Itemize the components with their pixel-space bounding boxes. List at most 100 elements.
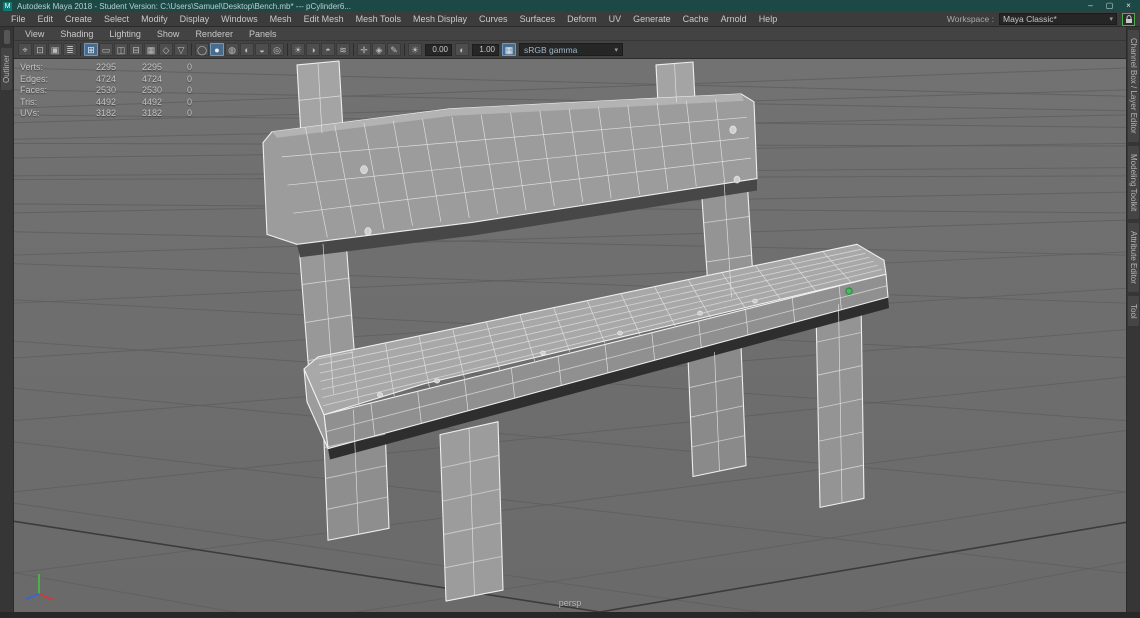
menu-uv[interactable]: UV — [603, 14, 628, 24]
workspace-selector: Workspace : Maya Classic* ▾ — [947, 13, 1140, 26]
menu-help[interactable]: Help — [753, 14, 784, 24]
panel-menu-panels[interactable]: Panels — [241, 29, 285, 39]
chevron-down-icon: ▾ — [1109, 15, 1113, 23]
menu-mesh-display[interactable]: Mesh Display — [407, 14, 473, 24]
film-gate-icon[interactable]: ▭ — [99, 43, 113, 56]
exposure-icon[interactable]: ☀ — [408, 43, 422, 56]
grease-pencil-icon[interactable]: ✎ — [387, 43, 401, 56]
camera-name-label: persp — [14, 598, 1126, 608]
field-chart-icon[interactable]: ▦ — [144, 43, 158, 56]
gamma-mode-value: sRGB gamma — [524, 45, 577, 55]
maximize-button[interactable]: ▢ — [1101, 1, 1118, 11]
poly-count-row: Tris: 4492 4492 0 — [20, 97, 192, 109]
viewport-pane: ViewShadingLightingShowRendererPanels ⌖⊡… — [14, 27, 1126, 612]
maya-window: { "branding": { "logo_letter": "M" }, "t… — [0, 0, 1140, 618]
menu-windows[interactable]: Windows — [215, 14, 264, 24]
gamma-mode-dropdown[interactable]: sRGB gamma ▾ — [519, 43, 623, 56]
menu-edit-mesh[interactable]: Edit Mesh — [298, 14, 350, 24]
ambient-occlusion-icon[interactable]: ◓ — [321, 43, 335, 56]
menu-arnold[interactable]: Arnold — [715, 14, 753, 24]
menu-display[interactable]: Display — [174, 14, 216, 24]
menu-select[interactable]: Select — [98, 14, 135, 24]
menu-curves[interactable]: Curves — [473, 14, 514, 24]
resolution-gate-icon[interactable]: ◫ — [114, 43, 128, 56]
chevron-down-icon: ▾ — [614, 46, 618, 54]
motion-blur-icon[interactable]: ≋ — [336, 43, 350, 56]
panel-menu-lighting[interactable]: Lighting — [101, 29, 149, 39]
viewport-toolbar: ⌖⊡▣≣⊞▭◫⊟▦◇▽◯●◍◐◒◎☀◑◓≋✛◈✎☀ 0.00 ◐ 1.00 ▦ … — [14, 41, 1126, 59]
gamma-field[interactable]: 1.00 — [472, 44, 499, 56]
workspace-lock-button[interactable] — [1122, 13, 1135, 26]
image-plane-icon[interactable]: ◈ — [372, 43, 386, 56]
menu-create[interactable]: Create — [59, 14, 98, 24]
exposure-field[interactable]: 0.00 — [425, 44, 452, 56]
close-button[interactable]: × — [1120, 1, 1137, 11]
separator — [191, 43, 192, 56]
textured-icon[interactable]: ◐ — [240, 43, 254, 56]
shadows-icon[interactable]: ◑ — [306, 43, 320, 56]
select-camera-icon[interactable]: ⌖ — [18, 43, 32, 56]
selected-vertex-marker[interactable] — [846, 288, 852, 294]
tab-attribute-editor[interactable]: Attribute Editor — [1128, 223, 1139, 292]
safe-title-icon[interactable]: ▽ — [174, 43, 188, 56]
tab-channel-box[interactable]: Channel Box / Layer Editor — [1128, 30, 1139, 142]
viewport-toolbar-icons: ⌖⊡▣≣⊞▭◫⊟▦◇▽◯●◍◐◒◎☀◑◓≋✛◈✎☀ — [18, 43, 422, 56]
safe-action-icon[interactable]: ◇ — [159, 43, 173, 56]
tab-modeling-toolkit[interactable]: Modeling Toolkit — [1128, 146, 1139, 219]
grid-icon[interactable]: ⊞ — [84, 43, 98, 56]
poly-count-row: Faces: 2530 2530 0 — [20, 85, 192, 97]
menu-surfaces[interactable]: Surfaces — [514, 14, 562, 24]
viewport-canvas[interactable] — [14, 59, 1126, 612]
poly-count-row: UVs: 3182 3182 0 — [20, 108, 192, 120]
menu-mesh-tools[interactable]: Mesh Tools — [350, 14, 407, 24]
panel-menu-renderer[interactable]: Renderer — [187, 29, 241, 39]
window-controls: –▢× — [1082, 1, 1137, 11]
menu-generate[interactable]: Generate — [627, 14, 677, 24]
menu-modify[interactable]: Modify — [135, 14, 174, 24]
panel-grip-handle[interactable] — [4, 30, 10, 44]
sidebar-tab-outliner[interactable]: Outliner — [1, 48, 12, 90]
title-bar: M Autodesk Maya 2018 - Student Version: … — [0, 0, 1140, 12]
gate-mask-icon[interactable]: ⊟ — [129, 43, 143, 56]
menu-cache[interactable]: Cache — [677, 14, 715, 24]
xray-icon[interactable]: ◎ — [270, 43, 284, 56]
perspective-viewport[interactable]: Verts: 2295 2295 0 Edges: 4724 4724 0 Fa… — [14, 59, 1126, 612]
menu-mesh[interactable]: Mesh — [264, 14, 298, 24]
contrast-icon[interactable]: ◐ — [455, 43, 469, 56]
color-management-icon[interactable]: ▦ — [502, 43, 516, 56]
bottom-strip — [0, 612, 1140, 618]
wireframe-icon[interactable]: ◯ — [195, 43, 209, 56]
panel-menu-bar: ViewShadingLightingShowRendererPanels — [14, 27, 1126, 41]
menu-file[interactable]: File — [5, 14, 32, 24]
left-panel-strip: Outliner — [0, 27, 14, 612]
shaded-mode-icon[interactable]: ● — [210, 43, 224, 56]
menu-edit[interactable]: Edit — [32, 14, 60, 24]
panel-menu-show[interactable]: Show — [149, 29, 188, 39]
wireframe-on-shaded-icon[interactable]: ◍ — [225, 43, 239, 56]
minimize-button[interactable]: – — [1082, 1, 1099, 11]
right-panel-strip: Channel Box / Layer Editor Modeling Toolk… — [1126, 27, 1140, 612]
separator — [80, 43, 81, 56]
panel-menu-view[interactable]: View — [17, 29, 52, 39]
separator — [353, 43, 354, 56]
isolate-select-icon[interactable]: ✛ — [357, 43, 371, 56]
camera-attributes-icon[interactable]: ▣ — [48, 43, 62, 56]
workspace-dropdown[interactable]: Maya Classic* ▾ — [999, 13, 1117, 25]
lights-icon[interactable]: ☀ — [291, 43, 305, 56]
menu-deform[interactable]: Deform — [561, 14, 603, 24]
window-title: Autodesk Maya 2018 - Student Version: C:… — [17, 2, 1082, 11]
main-menu-bar: FileEditCreateSelectModifyDisplayWindows… — [0, 12, 1140, 27]
bookmarks-icon[interactable]: ≣ — [63, 43, 77, 56]
separator — [287, 43, 288, 56]
tab-tool-settings[interactable]: Tool — [1128, 296, 1139, 327]
bench-model[interactable] — [263, 61, 889, 601]
poly-count-hud: Verts: 2295 2295 0 Edges: 4724 4724 0 Fa… — [20, 62, 192, 120]
maya-logo-icon: M — [3, 2, 12, 11]
lock-icon — [1125, 15, 1133, 24]
use-default-material-icon[interactable]: ◒ — [255, 43, 269, 56]
main-menus: FileEditCreateSelectModifyDisplayWindows… — [5, 14, 783, 24]
workspace-value: Maya Classic* — [1003, 14, 1057, 24]
poly-count-row: Edges: 4724 4724 0 — [20, 74, 192, 86]
lock-camera-icon[interactable]: ⊡ — [33, 43, 47, 56]
panel-menu-shading[interactable]: Shading — [52, 29, 101, 39]
